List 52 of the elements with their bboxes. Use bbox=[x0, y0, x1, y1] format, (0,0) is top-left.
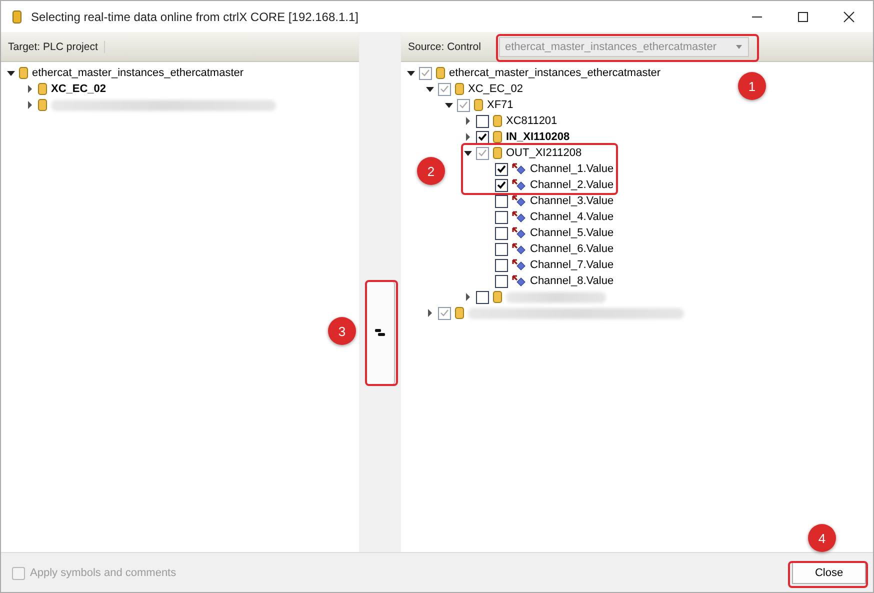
checkbox[interactable] bbox=[495, 258, 508, 272]
panel-header-label: Target: PLC project bbox=[8, 40, 105, 52]
tree-item-label[interactable]: Channel_8.Value bbox=[530, 275, 614, 287]
checkbox[interactable] bbox=[495, 242, 508, 256]
close-icon[interactable] bbox=[843, 10, 855, 22]
checked-checkbox[interactable] bbox=[419, 66, 432, 80]
tree-item-label[interactable]: XF71 bbox=[487, 99, 514, 111]
expanded-arrow-icon[interactable] bbox=[7, 69, 15, 77]
tree-item-label[interactable]: XC_EC_02 bbox=[468, 83, 524, 95]
expanded-arrow-icon[interactable] bbox=[464, 149, 472, 157]
expanded-arrow-icon[interactable] bbox=[407, 69, 415, 77]
tree-item-label[interactable]: Channel_4.Value bbox=[530, 211, 614, 223]
checkbox[interactable] bbox=[495, 210, 508, 224]
tree-item-label[interactable]: Channel_3.Value bbox=[530, 195, 614, 207]
tree-item-label[interactable]: OUT_XI211208 bbox=[506, 147, 582, 159]
tree-item-label[interactable]: ethercat_master_instances_ethercatmaster bbox=[449, 67, 661, 79]
checked-checkbox[interactable] bbox=[438, 306, 451, 320]
checkbox[interactable] bbox=[476, 114, 489, 128]
checked-checkbox[interactable] bbox=[495, 178, 508, 192]
collapsed-arrow-icon[interactable] bbox=[464, 293, 472, 301]
collapsed-arrow-icon[interactable] bbox=[426, 309, 434, 317]
window-title: Selecting real-time data online from ctrlX CORE [192.168.1.1] bbox=[31, 10, 358, 24]
checkbox[interactable] bbox=[476, 290, 489, 304]
checked-checkbox[interactable] bbox=[476, 146, 489, 160]
maximize-icon[interactable] bbox=[797, 10, 809, 22]
tree-item-label[interactable]: Channel_7.Value bbox=[530, 259, 614, 271]
collapsed-arrow-icon[interactable] bbox=[464, 117, 472, 125]
tree-item-label[interactable]: IN_XI110208 bbox=[506, 131, 570, 143]
database-icon bbox=[12, 10, 22, 24]
collapsed-arrow-icon[interactable] bbox=[464, 133, 472, 141]
tree-item-label[interactable]: Channel_2.Value bbox=[530, 179, 614, 191]
expanded-arrow-icon[interactable] bbox=[426, 85, 434, 93]
tree-item-label[interactable]: XC811201 bbox=[506, 115, 558, 127]
checked-checkbox[interactable] bbox=[438, 82, 451, 96]
tree-item-label[interactable]: ethercat_master_instances_ethercatmaster bbox=[32, 67, 244, 79]
collapsed-arrow-icon[interactable] bbox=[26, 101, 34, 109]
tree-item-label[interactable]: Channel_1.Value bbox=[530, 163, 614, 175]
collapsed-arrow-icon[interactable] bbox=[26, 85, 34, 93]
tree-item-label[interactable]: XC_EC_02 bbox=[51, 83, 106, 95]
checkbox[interactable] bbox=[495, 194, 508, 208]
tree-item-label[interactable]: Channel_6.Value bbox=[530, 243, 614, 255]
panel-header-label: Source: Control bbox=[408, 40, 482, 52]
transfer-icon bbox=[375, 329, 385, 337]
dropdown-caret-icon bbox=[736, 44, 742, 48]
close-button[interactable]: Close bbox=[792, 562, 866, 584]
checkbox[interactable] bbox=[495, 274, 508, 288]
checked-checkbox[interactable] bbox=[495, 162, 508, 176]
checkbox[interactable] bbox=[495, 226, 508, 240]
tree-item-label[interactable]: Channel_5.Value bbox=[530, 227, 614, 239]
checked-checkbox[interactable] bbox=[457, 98, 470, 112]
checked-checkbox[interactable] bbox=[476, 130, 489, 144]
expanded-arrow-icon[interactable] bbox=[445, 101, 453, 109]
